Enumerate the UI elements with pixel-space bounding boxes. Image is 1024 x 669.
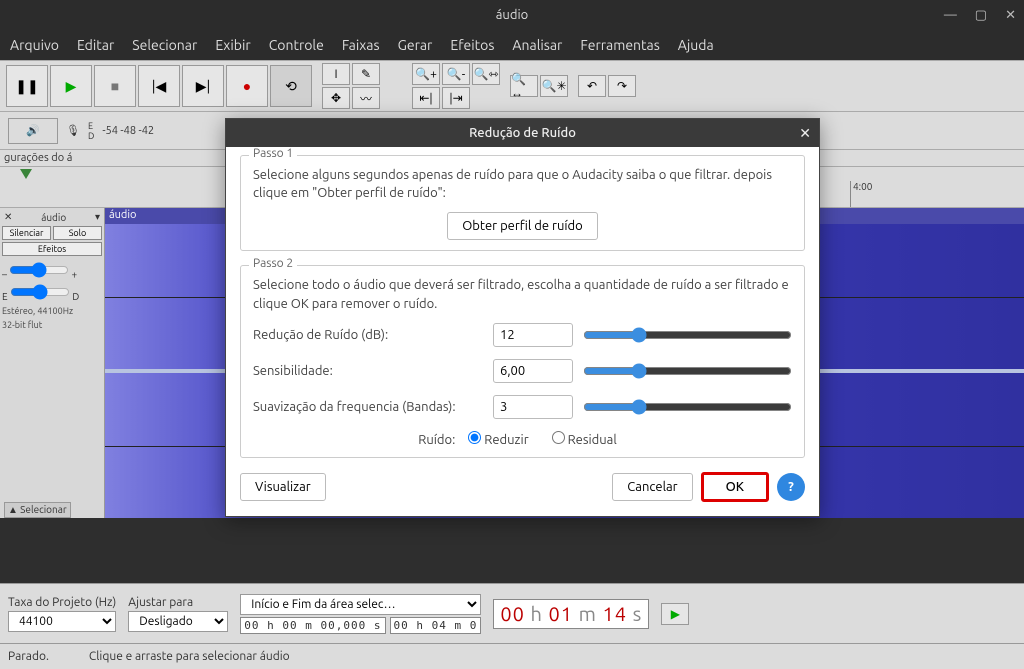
menu-arquivo[interactable]: Arquivo xyxy=(10,37,59,53)
menu-ajuda[interactable]: Ajuda xyxy=(678,37,714,53)
draw-tool[interactable]: ✥ xyxy=(322,87,350,109)
menu-gerar[interactable]: Gerar xyxy=(398,37,433,53)
menubar: Arquivo Editar Selecionar Exibir Control… xyxy=(0,30,1024,60)
menu-exibir[interactable]: Exibir xyxy=(215,37,250,53)
cancel-button[interactable]: Cancelar xyxy=(612,473,692,501)
skip-start-button[interactable]: |◀ xyxy=(138,65,180,107)
dialog-title: Redução de Ruído xyxy=(469,126,576,140)
step1-group: Passo 1 Selecione alguns segundos apenas… xyxy=(240,155,805,251)
track-name-label[interactable]: áudio xyxy=(41,212,66,223)
multi-tool[interactable]: 〰 xyxy=(352,87,380,109)
step2-legend: Passo 2 xyxy=(249,257,297,270)
noise-mode-row: Ruído: Reduzir Residual xyxy=(253,431,792,447)
solo-button[interactable]: Solo xyxy=(53,226,102,240)
status-hint: Clique e arraste para selecionar áudio xyxy=(89,650,290,663)
dialog-close-icon[interactable]: ✕ xyxy=(799,125,811,142)
menu-efeitos[interactable]: Efeitos xyxy=(450,37,494,53)
track-close-icon[interactable]: ✕ xyxy=(4,211,12,223)
envelope-tool[interactable]: ✎ xyxy=(352,63,380,85)
smoothing-input[interactable] xyxy=(493,395,573,419)
sensitivity-slider[interactable] xyxy=(583,363,792,379)
status-bar: Parado. Clique e arraste para selecionar… xyxy=(0,643,1024,669)
record-button[interactable]: ● xyxy=(226,65,268,107)
selection-toolbar: Taxa do Projeto (Hz) 44100 Ajustar para … xyxy=(0,583,1024,643)
menu-controle[interactable]: Controle xyxy=(269,37,324,53)
footer-play-button[interactable]: ▶ xyxy=(661,603,689,625)
mute-button[interactable]: Silenciar xyxy=(2,226,51,240)
get-noise-profile-button[interactable]: Obter perfil de ruído xyxy=(447,212,598,240)
undo-icon[interactable]: ↶ xyxy=(578,75,606,97)
rec-channel-label: E D xyxy=(88,121,94,141)
preview-button[interactable]: Visualizar xyxy=(240,473,326,501)
noise-mode-label: Ruído: xyxy=(418,433,455,447)
tick-400: 4:00 xyxy=(850,181,872,207)
step1-text: Selecione alguns segundos apenas de ruíd… xyxy=(253,166,792,202)
trim-icon[interactable]: ⇤| xyxy=(412,87,440,109)
selection-tool[interactable]: I xyxy=(322,63,350,85)
selection-start-time[interactable]: 00 h 00 m 00,000 s xyxy=(240,617,385,634)
playback-device-button[interactable]: 🔊 xyxy=(8,118,58,144)
minimize-icon[interactable]: — xyxy=(944,8,957,23)
skip-end-button[interactable]: ▶| xyxy=(182,65,224,107)
track-control-panel: ✕ áudio ▾ Silenciar Solo Efeitos – + E D… xyxy=(0,208,105,518)
reduction-label: Redução de Ruído (dB): xyxy=(253,328,483,342)
track-dropdown-icon[interactable]: ▾ xyxy=(95,211,100,223)
zoom-toggle-icon[interactable]: 🔍✳ xyxy=(540,75,568,97)
zoom-fit-icon[interactable]: 🔍↔ xyxy=(510,75,538,97)
smoothing-label: Suavização da frequencia (Bandas): xyxy=(253,400,483,414)
window-title: áudio xyxy=(496,8,528,22)
reduction-input[interactable] xyxy=(493,323,573,347)
snap-select[interactable]: Desligado xyxy=(128,611,228,632)
noise-reduction-dialog: Redução de Ruído ✕ Passo 1 Selecione alg… xyxy=(225,118,820,517)
maximize-icon[interactable]: ▢ xyxy=(975,8,987,23)
zoom-sel-icon[interactable]: 🔍⇿ xyxy=(472,63,500,85)
zoom-out-icon[interactable]: 🔍- xyxy=(442,63,470,85)
residual-radio[interactable] xyxy=(552,431,565,444)
sensitivity-label: Sensibilidade: xyxy=(253,364,483,378)
menu-analisar[interactable]: Analisar xyxy=(512,37,562,53)
close-icon[interactable]: ✕ xyxy=(1005,8,1016,23)
step2-group: Passo 2 Selecione todo o áudio que dever… xyxy=(240,265,805,457)
dialog-titlebar[interactable]: Redução de Ruído ✕ xyxy=(226,119,819,147)
zoom-in-icon[interactable]: 🔍+ xyxy=(412,63,440,85)
redo-icon[interactable]: ↷ xyxy=(608,75,636,97)
mic-icon[interactable]: 🎙 xyxy=(66,124,80,137)
ok-button[interactable]: OK xyxy=(701,472,769,502)
menu-editar[interactable]: Editar xyxy=(77,37,114,53)
selection-end-time[interactable]: 00 h 04 m 0 xyxy=(390,617,482,634)
db-scale: -54 -48 -42 xyxy=(102,125,154,137)
loop-button[interactable]: ⟲ xyxy=(270,65,312,107)
gain-slider[interactable] xyxy=(9,262,69,278)
track-format-1: Estéreo, 44100Hz xyxy=(2,306,102,316)
play-button[interactable]: ▶ xyxy=(50,65,92,107)
transport-toolbar: ❚❚ ▶ ■ |◀ ▶| ● ⟲ I ✎ 🔍+ 🔍- 🔍⇿ ✥ 〰 ⇤| |⇥ … xyxy=(0,60,1024,112)
track-format-2: 32-bit flut xyxy=(2,320,102,330)
step1-legend: Passo 1 xyxy=(249,147,297,160)
audio-position[interactable]: 00 h 01 m 14 s xyxy=(493,599,649,629)
pause-button[interactable]: ❚❚ xyxy=(6,65,48,107)
track-select-indicator[interactable]: ▲ Selecionar xyxy=(4,502,71,518)
pan-slider[interactable] xyxy=(10,284,70,300)
step2-text: Selecione todo o áudio que deverá ser fi… xyxy=(253,276,792,312)
sensitivity-input[interactable] xyxy=(493,359,573,383)
help-button[interactable]: ? xyxy=(777,473,805,501)
silence-icon[interactable]: |⇥ xyxy=(442,87,470,109)
smoothing-slider[interactable] xyxy=(583,399,792,415)
status-left: Parado. xyxy=(8,650,49,663)
project-rate-select[interactable]: 44100 xyxy=(8,611,116,632)
effects-button[interactable]: Efeitos xyxy=(2,242,102,256)
menu-selecionar[interactable]: Selecionar xyxy=(132,37,197,53)
window-titlebar: áudio — ▢ ✕ xyxy=(0,0,1024,30)
speaker-icon: 🔊 xyxy=(26,124,40,137)
selection-mode-select[interactable]: Início e Fim da área selec… xyxy=(240,594,481,615)
snap-label: Ajustar para xyxy=(128,596,228,609)
project-rate-label: Taxa do Projeto (Hz) xyxy=(8,596,116,609)
reduce-radio[interactable] xyxy=(468,431,481,444)
playhead-icon[interactable] xyxy=(20,169,32,179)
stop-button[interactable]: ■ xyxy=(94,65,136,107)
reduction-slider[interactable] xyxy=(583,327,792,343)
menu-ferramentas[interactable]: Ferramentas xyxy=(580,37,659,53)
menu-faixas[interactable]: Faixas xyxy=(342,37,380,53)
